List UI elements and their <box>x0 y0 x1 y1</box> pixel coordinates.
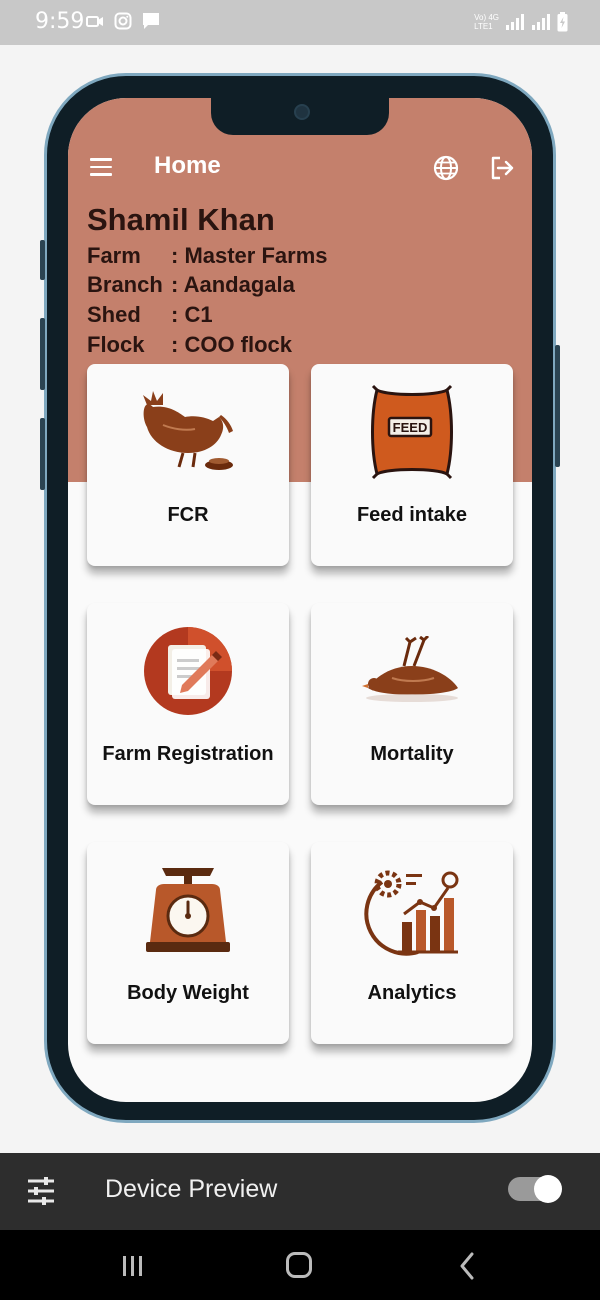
app-bar: Home <box>68 148 532 188</box>
shed-row: Shed : C1 <box>87 302 213 328</box>
branch-label: Branch <box>87 272 163 297</box>
flock-row: Flock : COO flock <box>87 332 292 358</box>
tile-fcr[interactable]: FCR <box>87 364 289 566</box>
signal-icon-2 <box>532 14 550 30</box>
message-icon <box>143 13 159 29</box>
tile-feed-intake[interactable]: FEED Feed intake <box>311 364 513 566</box>
page-title: Home <box>154 152 221 179</box>
recent-apps-icon[interactable] <box>120 1254 146 1278</box>
phone-side-button <box>40 240 45 280</box>
tile-farm-registration[interactable]: Farm Registration <box>87 603 289 805</box>
tile-mortality[interactable]: Mortality <box>311 603 513 805</box>
network-label-bottom: LTE1 <box>474 22 493 31</box>
video-camera-icon <box>86 16 103 27</box>
tile-body-weight[interactable]: Body Weight <box>87 842 289 1044</box>
tile-label: Mortality <box>370 743 454 765</box>
system-navigation-bar <box>0 1230 600 1300</box>
feed-bag-icon: FEED <box>371 384 453 480</box>
battery-charging-icon <box>557 12 568 32</box>
tile-label: Body Weight <box>127 982 249 1004</box>
tile-label: Feed intake <box>356 504 468 526</box>
phone-side-button <box>555 345 560 467</box>
device-preview-bar: Device Preview <box>0 1153 600 1230</box>
app-screen: Home Shamil Khan Farm : Master Farms Bran… <box>68 98 532 1102</box>
instagram-icon <box>114 12 132 30</box>
phone-side-button <box>40 418 45 490</box>
phone-notch <box>211 98 389 135</box>
device-preview-toggle[interactable] <box>508 1175 562 1203</box>
logout-icon[interactable] <box>488 154 516 182</box>
back-icon[interactable] <box>456 1252 478 1280</box>
status-time: 9:59 <box>35 9 85 34</box>
menu-icon[interactable] <box>90 158 112 176</box>
tile-label: FCR <box>167 504 209 526</box>
network-label-top: Vo) 4G <box>474 13 499 22</box>
front-camera <box>294 104 310 120</box>
analytics-chart-icon <box>364 870 459 956</box>
branch-value: : Aandagala <box>171 272 295 297</box>
globe-icon[interactable] <box>432 154 460 182</box>
flock-value: : COO flock <box>171 332 293 357</box>
farm-label: Farm <box>87 243 141 268</box>
farm-value: : Master Farms <box>171 243 328 268</box>
dead-bird-icon <box>362 636 458 702</box>
flock-label: Flock <box>87 332 145 357</box>
home-icon[interactable] <box>286 1252 312 1278</box>
shed-value: : C1 <box>171 302 213 327</box>
hen-eating-icon <box>143 391 233 470</box>
shed-label: Shed <box>87 302 141 327</box>
farm-row: Farm : Master Farms <box>87 243 328 269</box>
branch-row: Branch : Aandagala <box>87 272 295 298</box>
signal-icon <box>506 14 524 30</box>
status-bar: 9:59 Vo) 4G LTE1 <box>0 0 600 45</box>
tile-label: Analytics <box>367 982 457 1004</box>
phone-side-button <box>40 318 45 390</box>
device-preview-label: Device Preview <box>105 1175 278 1203</box>
feed-bag-text: FEED <box>393 420 428 435</box>
sliders-icon[interactable] <box>26 1177 56 1205</box>
tile-analytics[interactable]: Analytics <box>311 842 513 1044</box>
toggle-knob <box>534 1175 562 1203</box>
user-name: Shamil Khan <box>87 202 275 237</box>
weighing-scale-icon <box>146 868 230 952</box>
registration-doc-icon <box>144 627 232 715</box>
tile-label: Farm Registration <box>102 743 274 765</box>
